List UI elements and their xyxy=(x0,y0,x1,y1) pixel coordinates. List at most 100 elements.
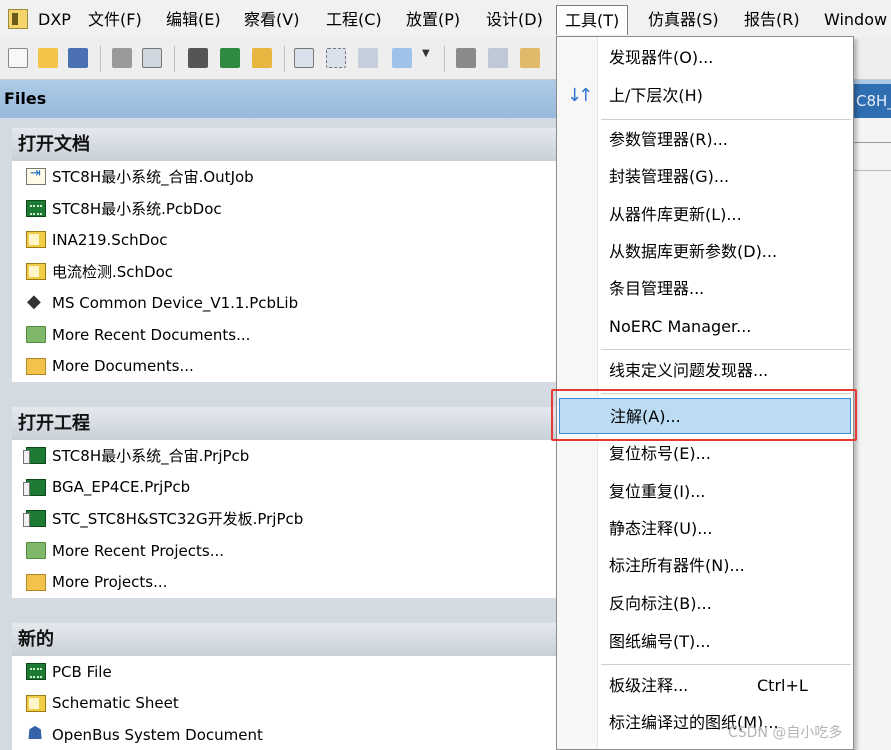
list-item[interactable]: More Documents... xyxy=(12,351,556,383)
files-panel-header: Files xyxy=(0,80,560,118)
menu-item-reset-designators[interactable]: 复位标号(E)... xyxy=(557,436,853,472)
menu-reports[interactable]: 报告(R) xyxy=(742,5,802,35)
menu-place[interactable]: 放置(P) xyxy=(404,5,462,35)
menu-dxp[interactable]: DXP xyxy=(36,5,73,35)
editor-document-tab[interactable]: C8H_S xyxy=(852,84,891,118)
list-item[interactable]: BGA_EP4CE.PrjPcb xyxy=(12,472,556,504)
section-title[interactable]: 打开工程 xyxy=(12,407,556,440)
menu-item-board-level-annotate[interactable]: 板级注释... Ctrl+L xyxy=(557,668,853,704)
menu-bar: DXP 文件(F) 编辑(E) 察看(V) 工程(C) 放置(P) 设计(D) … xyxy=(0,0,891,38)
menu-item-static-annotate[interactable]: 静态注释(U)... xyxy=(557,511,853,547)
chevron-down-icon[interactable]: ▼ xyxy=(422,48,432,68)
open-folder-icon[interactable] xyxy=(38,48,58,68)
list-item-label: OpenBus System Document xyxy=(52,725,263,744)
menu-item-find-component[interactable]: 发现器件(O)... xyxy=(557,40,853,76)
menu-item-shortcut: Ctrl+L xyxy=(757,676,808,695)
list-item[interactable]: MS Common Device_V1.1.PcbLib xyxy=(12,287,556,319)
menu-separator xyxy=(601,349,851,350)
folder-icon xyxy=(26,542,46,560)
new-document-icon[interactable] xyxy=(8,48,28,68)
section-open-documents: 打开文档 STC8H最小系统_合宙.OutJob STC8H最小系统.PcbDo… xyxy=(12,128,556,383)
up-down-arrows-icon: ↓↑ xyxy=(567,85,593,106)
zoom-selected-icon[interactable] xyxy=(358,48,378,68)
menu-item-harness-problem-finder[interactable]: 线束定义问题发现器... xyxy=(557,353,853,389)
toolbar-separator xyxy=(444,46,445,72)
print-icon[interactable] xyxy=(112,48,132,68)
list-item[interactable]: INA219.SchDoc xyxy=(12,224,556,256)
list-item[interactable]: STC8H最小系统_合宙.PrjPcb xyxy=(12,440,556,472)
schematic-icon[interactable] xyxy=(252,48,272,68)
cut-icon[interactable] xyxy=(456,48,476,68)
list-item-label: PCB File xyxy=(52,662,112,681)
list-item-label: 电流检测.SchDoc xyxy=(52,263,174,282)
list-item-label: More Recent Documents... xyxy=(52,325,251,344)
sch-doc-icon xyxy=(26,231,46,249)
layers-icon[interactable] xyxy=(188,48,208,68)
list-item[interactable]: Schematic Sheet xyxy=(12,688,556,720)
menu-item-up-down-hierarchy[interactable]: ↓↑ 上/下层次(H) xyxy=(557,78,853,114)
toolbar-separator xyxy=(284,46,285,72)
dxp-logo-icon xyxy=(8,9,28,29)
list-item-label: Schematic Sheet xyxy=(52,694,179,713)
pcb-icon[interactable] xyxy=(220,48,240,68)
copy-icon[interactable] xyxy=(488,48,508,68)
list-item-label: STC8H最小系统.PcbDoc xyxy=(52,199,222,218)
save-icon[interactable] xyxy=(68,48,88,68)
list-item[interactable]: PCB File xyxy=(12,656,556,688)
list-item-label: STC8H最小系统_合宙.OutJob xyxy=(52,168,254,187)
zoom-fit-icon[interactable] xyxy=(294,48,314,68)
menu-separator xyxy=(601,119,851,120)
zoom-filter-icon[interactable] xyxy=(392,48,412,68)
list-item[interactable]: STC8H最小系统_合宙.OutJob xyxy=(12,161,556,193)
editor-area xyxy=(852,118,891,750)
list-item[interactable]: More Projects... xyxy=(12,566,556,598)
menu-file[interactable]: 文件(F) xyxy=(86,5,144,35)
list-item[interactable]: OpenBus System Document xyxy=(12,719,556,750)
menu-item-parameter-manager[interactable]: 参数管理器(R)... xyxy=(557,122,853,158)
menu-view[interactable]: 察看(V) xyxy=(242,5,301,35)
open-folder-icon xyxy=(26,573,46,591)
menu-tools[interactable]: 工具(T) xyxy=(556,5,629,35)
list-item[interactable]: STC8H最小系统.PcbDoc xyxy=(12,193,556,225)
menu-item-noerc-manager[interactable]: NoERC Manager... xyxy=(557,309,853,345)
list-item-label: More Documents... xyxy=(52,357,194,376)
menu-item-sheet-numbering[interactable]: 图纸编号(T)... xyxy=(557,624,853,660)
section-title[interactable]: 新的 xyxy=(12,623,556,656)
toolbar-separator xyxy=(100,46,101,72)
list-item-label: More Recent Projects... xyxy=(52,541,225,560)
pcb-project-icon xyxy=(23,510,46,528)
zoom-area-icon[interactable] xyxy=(326,48,346,68)
menu-item-update-from-libraries[interactable]: 从器件库更新(L)... xyxy=(557,197,853,233)
menu-item-label: 上/下层次(H) xyxy=(609,86,703,105)
menu-window[interactable]: Window xyxy=(822,5,889,35)
menu-simulator[interactable]: 仿真器(S) xyxy=(646,5,721,35)
pcb-project-icon xyxy=(23,478,46,496)
menu-item-annotate-all-parts[interactable]: 标注所有器件(N)... xyxy=(557,548,853,584)
menu-project[interactable]: 工程(C) xyxy=(324,5,384,35)
menu-design[interactable]: 设计(D) xyxy=(484,5,545,35)
menu-item-item-manager[interactable]: 条目管理器... xyxy=(557,271,853,307)
list-item[interactable]: More Recent Projects... xyxy=(12,535,556,567)
list-item-label: MS Common Device_V1.1.PcbLib xyxy=(52,294,299,313)
list-item[interactable]: More Recent Documents... xyxy=(12,319,556,351)
menu-item-update-parameters-from-database[interactable]: 从数据库更新参数(D)... xyxy=(557,234,853,270)
sch-doc-icon xyxy=(26,694,46,712)
list-item-label: More Projects... xyxy=(52,573,168,592)
pcb-lib-icon xyxy=(26,291,46,312)
pcb-doc-icon xyxy=(26,199,46,217)
menu-item-reset-duplicates[interactable]: 复位重复(I)... xyxy=(557,474,853,510)
menu-item-back-annotate[interactable]: 反向标注(B)... xyxy=(557,586,853,622)
menu-item-footprint-manager[interactable]: 封装管理器(G)... xyxy=(557,159,853,195)
section-title[interactable]: 打开文档 xyxy=(12,128,556,161)
folder-icon xyxy=(26,326,46,344)
list-item-label: BGA_EP4CE.PrjPcb xyxy=(52,478,191,497)
section-new: 新的 PCB File Schematic Sheet OpenBus Syst… xyxy=(12,623,556,750)
list-item[interactable]: 电流检测.SchDoc xyxy=(12,256,556,288)
openbus-icon xyxy=(26,723,46,744)
menu-edit[interactable]: 编辑(E) xyxy=(164,5,223,35)
paste-icon[interactable] xyxy=(520,48,540,68)
list-item-label: STC_STC8H&STC32G开发板.PrjPcb xyxy=(52,510,304,529)
print-preview-icon[interactable] xyxy=(142,48,162,68)
sch-doc-icon xyxy=(26,263,46,281)
list-item[interactable]: STC_STC8H&STC32G开发板.PrjPcb xyxy=(12,503,556,535)
